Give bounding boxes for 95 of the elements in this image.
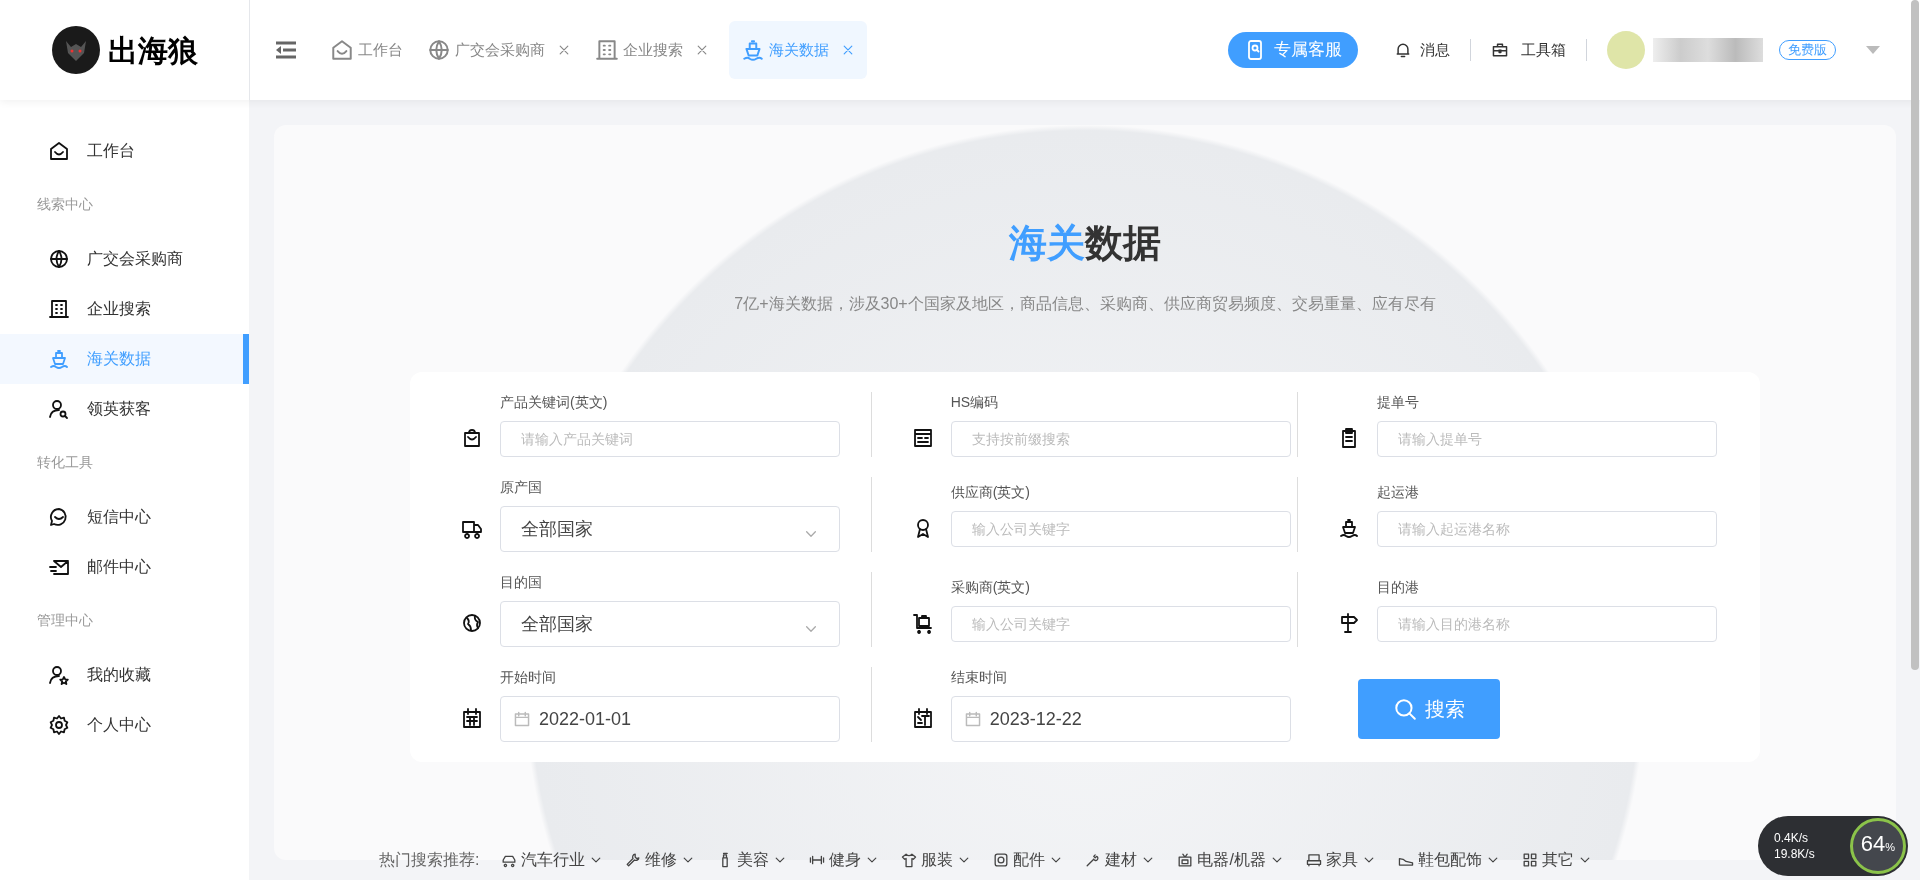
sofa-icon [1305, 852, 1322, 868]
sidebar-item[interactable]: 领英获客 [0, 384, 249, 434]
grid-icon [1521, 852, 1538, 868]
messages-button[interactable]: 消息 [1394, 38, 1450, 62]
input-field[interactable]: 请输入起运港名称 [1377, 511, 1718, 547]
date-field[interactable]: 2022-01-01 [500, 696, 840, 742]
ship-icon [741, 38, 765, 62]
hot-search-tag[interactable]: 健身 [809, 848, 880, 872]
download-speed: 19.8K/s [1774, 846, 1815, 862]
field-label: 采购商(英文) [950, 578, 1031, 597]
field-label: 结束时间 [950, 668, 1008, 687]
globe-icon [48, 248, 70, 270]
country-dropdown[interactable]: 全部国家 [500, 506, 840, 552]
hot-search-label: 热门搜索推荐: [379, 850, 480, 870]
field-label: 产品关键词(英文) [500, 393, 609, 412]
percent-sign: % [1885, 841, 1896, 855]
tab[interactable]: 工作台 [326, 21, 407, 79]
ship-icon [1338, 516, 1361, 539]
input-field[interactable]: 请输入目的港名称 [1377, 606, 1718, 642]
input-field[interactable]: 输入公司关键字 [950, 511, 1291, 547]
caret-icon[interactable] [1866, 46, 1880, 54]
calendar-icon [513, 710, 531, 728]
field-label: 开始时间 [500, 668, 557, 687]
input-field[interactable]: 请输入提单号 [1377, 421, 1718, 457]
logo-text: 出海狼 [107, 32, 198, 69]
sidebar-item[interactable]: 短信中心 [0, 492, 249, 542]
hot-search-tag[interactable]: 鞋包配饰 [1397, 848, 1500, 872]
input-field[interactable]: 支持按前缀搜索 [950, 421, 1291, 457]
field-label: 供应商(英文) [950, 483, 1031, 502]
home-icon [330, 38, 354, 62]
close-icon[interactable] [841, 43, 855, 57]
bag-icon [461, 426, 483, 449]
calendar-icon [461, 706, 483, 729]
page-subtitle: 7亿+海关数据，涉及30+个国家及地区，商品信息、采购商、供应商贸易频度、交易重量、应有尽有 [734, 294, 1436, 314]
hot-search-tag[interactable]: 美容 [717, 848, 788, 872]
scrollbar[interactable] [1911, 0, 1919, 670]
search-icon [1393, 696, 1418, 721]
hot-search-tag[interactable]: 配件 [993, 848, 1064, 872]
sidebar-group-label: 管理中心 [36, 611, 94, 630]
hot-search-tag[interactable]: 电器/机器 [1177, 848, 1284, 872]
input-field[interactable]: 输入公司关键字 [950, 606, 1291, 642]
earth-icon [461, 611, 483, 634]
toolbox-icon [1491, 41, 1509, 59]
document-icon [911, 426, 934, 449]
home-icon [48, 140, 70, 162]
field-label: HS编码 [950, 393, 1000, 412]
tv-icon [1177, 852, 1194, 868]
hot-search-tag[interactable]: 服装 [901, 848, 972, 872]
sidebar-item[interactable]: 企业搜索 [0, 284, 249, 334]
sidebar-item[interactable]: 工作台 [0, 126, 249, 176]
bell-icon [1394, 41, 1412, 59]
toolbox-button[interactable]: 工具箱 [1491, 38, 1566, 62]
page-title: 海关数据 [1009, 221, 1161, 266]
field-label: 目的港 [1377, 578, 1421, 597]
sidebar-item[interactable]: 邮件中心 [0, 542, 249, 592]
date-field[interactable]: 2023-12-22 [950, 696, 1291, 742]
upload-speed: 0.4K/s [1774, 830, 1810, 846]
field-label: 目的国 [500, 573, 543, 592]
sidebar-item[interactable]: 广交会采购商 [0, 234, 249, 284]
hot-search-tag[interactable]: 家具 [1305, 848, 1376, 872]
field-label: 原产国 [500, 478, 543, 497]
country-dropdown[interactable]: 全部国家 [500, 601, 840, 647]
sidebar-item[interactable]: 我的收藏 [0, 650, 249, 700]
avatar[interactable] [1607, 31, 1645, 69]
ship-icon [48, 348, 70, 370]
shirt-icon [901, 852, 918, 868]
field-label: 起运港 [1377, 483, 1421, 502]
tab[interactable]: 企业搜索 [591, 21, 713, 79]
field-label: 提单号 [1377, 393, 1421, 412]
calendar-icon [911, 706, 934, 729]
hot-search-tag[interactable]: 汽车行业 [501, 848, 604, 872]
globe-icon [427, 38, 451, 62]
sidebar-group-label: 转化工具 [36, 453, 94, 472]
close-icon[interactable] [695, 43, 709, 57]
part-icon [993, 852, 1010, 868]
sidebar-group-label: 线索中心 [36, 195, 94, 214]
tab[interactable]: 广交会采购商 [423, 21, 575, 79]
user-search-icon [48, 398, 70, 420]
sidebar-item[interactable]: 个人中心 [0, 700, 249, 750]
building-icon [595, 38, 619, 62]
building-icon [48, 298, 70, 320]
close-icon[interactable] [557, 43, 571, 57]
usage-percent: 64 [1860, 833, 1886, 855]
hot-search-tag[interactable]: 其它 [1521, 848, 1592, 872]
calendar-icon [963, 710, 982, 728]
menu-icon[interactable] [274, 40, 298, 60]
cart-icon [911, 611, 934, 634]
wrench-icon [625, 852, 642, 868]
hot-search-tag[interactable]: 维修 [625, 848, 696, 872]
input-field[interactable]: 请输入产品关键词 [500, 421, 840, 457]
logo-icon [51, 26, 100, 74]
hot-search-tag[interactable]: 建材 [1085, 848, 1156, 872]
user-star-icon [48, 664, 70, 686]
settings-icon [48, 714, 70, 736]
signpost-icon [1338, 611, 1361, 634]
